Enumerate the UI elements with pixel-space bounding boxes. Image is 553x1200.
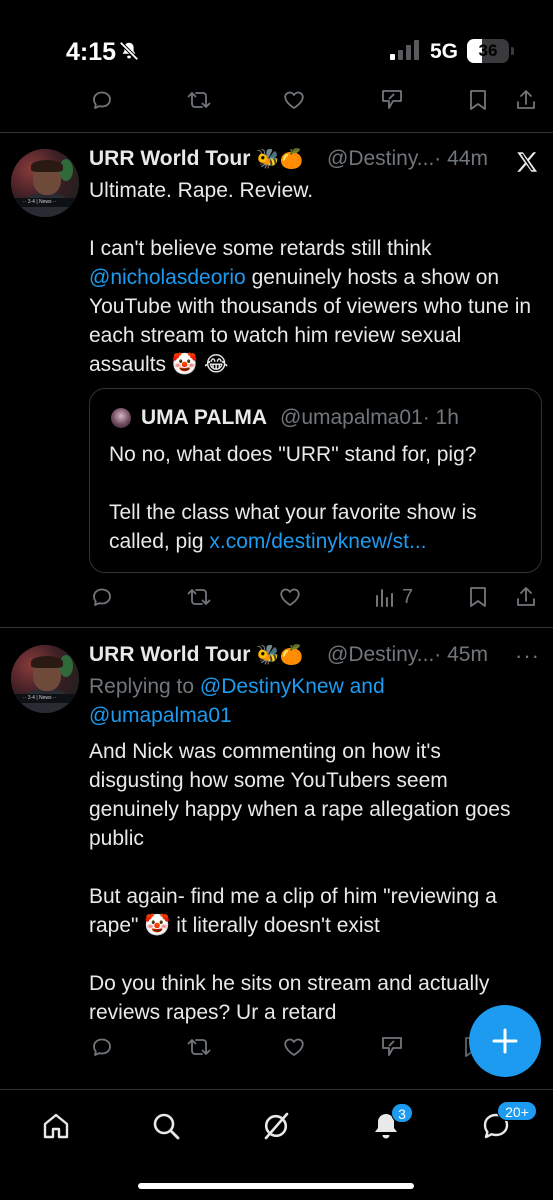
battery-level: 36 — [478, 41, 498, 60]
bookmark-button[interactable] — [467, 585, 489, 609]
divider — [0, 627, 553, 628]
divider — [0, 132, 553, 133]
share-button[interactable] — [514, 88, 538, 112]
share-button[interactable] — [514, 585, 538, 609]
tweet-time: · 44m — [434, 147, 488, 170]
like-button[interactable] — [278, 585, 302, 609]
battery-nub — [511, 47, 514, 55]
author-avatar[interactable]: ·· 3·4 | News ·· — [11, 149, 79, 217]
grok-button[interactable] — [380, 1035, 404, 1059]
quote-time: · 1h — [422, 406, 459, 429]
network-type: 5G — [430, 40, 459, 63]
grok-icon — [264, 1112, 289, 1140]
reply-icon — [93, 1038, 111, 1056]
tweet-text: And Nick was commenting on how it's disg… — [89, 740, 511, 1024]
views-icon — [376, 589, 393, 607]
retweet-button[interactable] — [186, 88, 212, 112]
compose-button[interactable] — [469, 1005, 541, 1077]
retweet-icon — [187, 589, 211, 605]
author-avatar[interactable]: ·· 3·4 | News ·· — [11, 645, 79, 713]
nav-grok[interactable] — [260, 1110, 292, 1147]
bookmark-icon — [470, 587, 486, 607]
quote-author-avatar — [111, 408, 131, 428]
mention-link[interactable]: @nicholasdeorio — [89, 266, 246, 289]
replying-prefix: Replying to — [89, 675, 200, 698]
notifications-badge: 3 — [391, 1103, 413, 1123]
retweet-icon — [187, 92, 211, 108]
quote-author-handle: @umapalma01· 1h — [280, 406, 459, 430]
previous-tweet-actions — [0, 88, 553, 122]
heart-icon — [284, 1038, 304, 1056]
quote-link[interactable]: x.com/destinyknew/st... — [209, 530, 426, 553]
reply-button[interactable] — [90, 1035, 114, 1059]
author-name[interactable]: URR World Tour 🐝🍊 — [89, 643, 304, 667]
author-handle[interactable]: @Destiny...· 44m — [327, 147, 488, 171]
like-button[interactable] — [282, 88, 306, 112]
quoted-tweet[interactable]: UMA PALMA @umapalma01· 1h No no, what do… — [89, 388, 542, 573]
author-handle-text: @Destiny... — [327, 147, 435, 170]
nav-home[interactable] — [40, 1110, 72, 1147]
share-icon — [517, 90, 535, 109]
like-button[interactable] — [282, 1035, 306, 1059]
bookmark-icon — [470, 90, 486, 110]
battery-icon: 36 — [467, 39, 509, 63]
views-count: 7 — [402, 585, 414, 608]
retweet-button[interactable] — [186, 585, 212, 609]
reply-button[interactable] — [90, 585, 114, 609]
author-name-text: URR World Tour — [89, 147, 251, 170]
heart-icon — [280, 588, 300, 606]
signal-icon — [390, 40, 422, 65]
nav-search[interactable] — [150, 1110, 182, 1147]
author-name[interactable]: URR World Tour 🐝🍊 — [89, 147, 304, 171]
status-time: 4:15 — [66, 38, 117, 66]
heart-icon — [284, 91, 304, 109]
more-options-icon[interactable]: ··· — [515, 643, 540, 669]
reply-icon — [93, 588, 111, 606]
retweet-icon — [187, 1039, 211, 1055]
home-icon — [43, 1113, 69, 1139]
replying-user-link[interactable]: @umapalma01 — [89, 704, 232, 727]
messages-badge: 20+ — [497, 1101, 537, 1121]
search-icon — [153, 1113, 180, 1140]
grok-button[interactable] — [380, 88, 404, 112]
tweet-actions: 7 — [0, 585, 553, 619]
author-name-text: URR World Tour — [89, 643, 251, 666]
silent-mode-icon — [118, 40, 140, 67]
grok-icon — [382, 1037, 402, 1056]
grok-icon — [382, 90, 402, 109]
replying-to: Replying to @DestinyKnew and @umapalma01 — [89, 672, 529, 730]
reply-button[interactable] — [90, 88, 114, 112]
status-bar: 4:15 5G 36 — [0, 0, 553, 92]
reply-icon — [93, 91, 111, 109]
tweet-text: Ultimate. Rape. Review. I can't believe … — [89, 176, 539, 379]
quote-text: No no, what does "URR" stand for, pig? T… — [109, 440, 529, 556]
replying-and[interactable]: and — [344, 675, 385, 698]
author-handle-text: @Destiny... — [327, 643, 435, 666]
replying-user-link[interactable]: @DestinyKnew — [200, 675, 344, 698]
tweet-text-part: Ultimate. Rape. Review. I can't believe … — [89, 179, 432, 260]
plus-icon — [492, 1028, 518, 1054]
retweet-button[interactable] — [186, 1035, 212, 1059]
home-indicator — [138, 1183, 414, 1189]
share-icon — [517, 587, 535, 606]
author-emojis: 🐝🍊 — [256, 149, 304, 170]
author-emojis: 🐝🍊 — [256, 645, 304, 666]
tweet-time: · 45m — [434, 643, 488, 666]
author-handle[interactable]: @Destiny...· 45m — [327, 643, 488, 667]
quote-handle-text: @umapalma01 — [280, 406, 423, 429]
quote-author-name: UMA PALMA — [141, 406, 267, 429]
bookmark-button[interactable] — [467, 88, 489, 112]
views-button[interactable]: 7 — [374, 585, 413, 609]
